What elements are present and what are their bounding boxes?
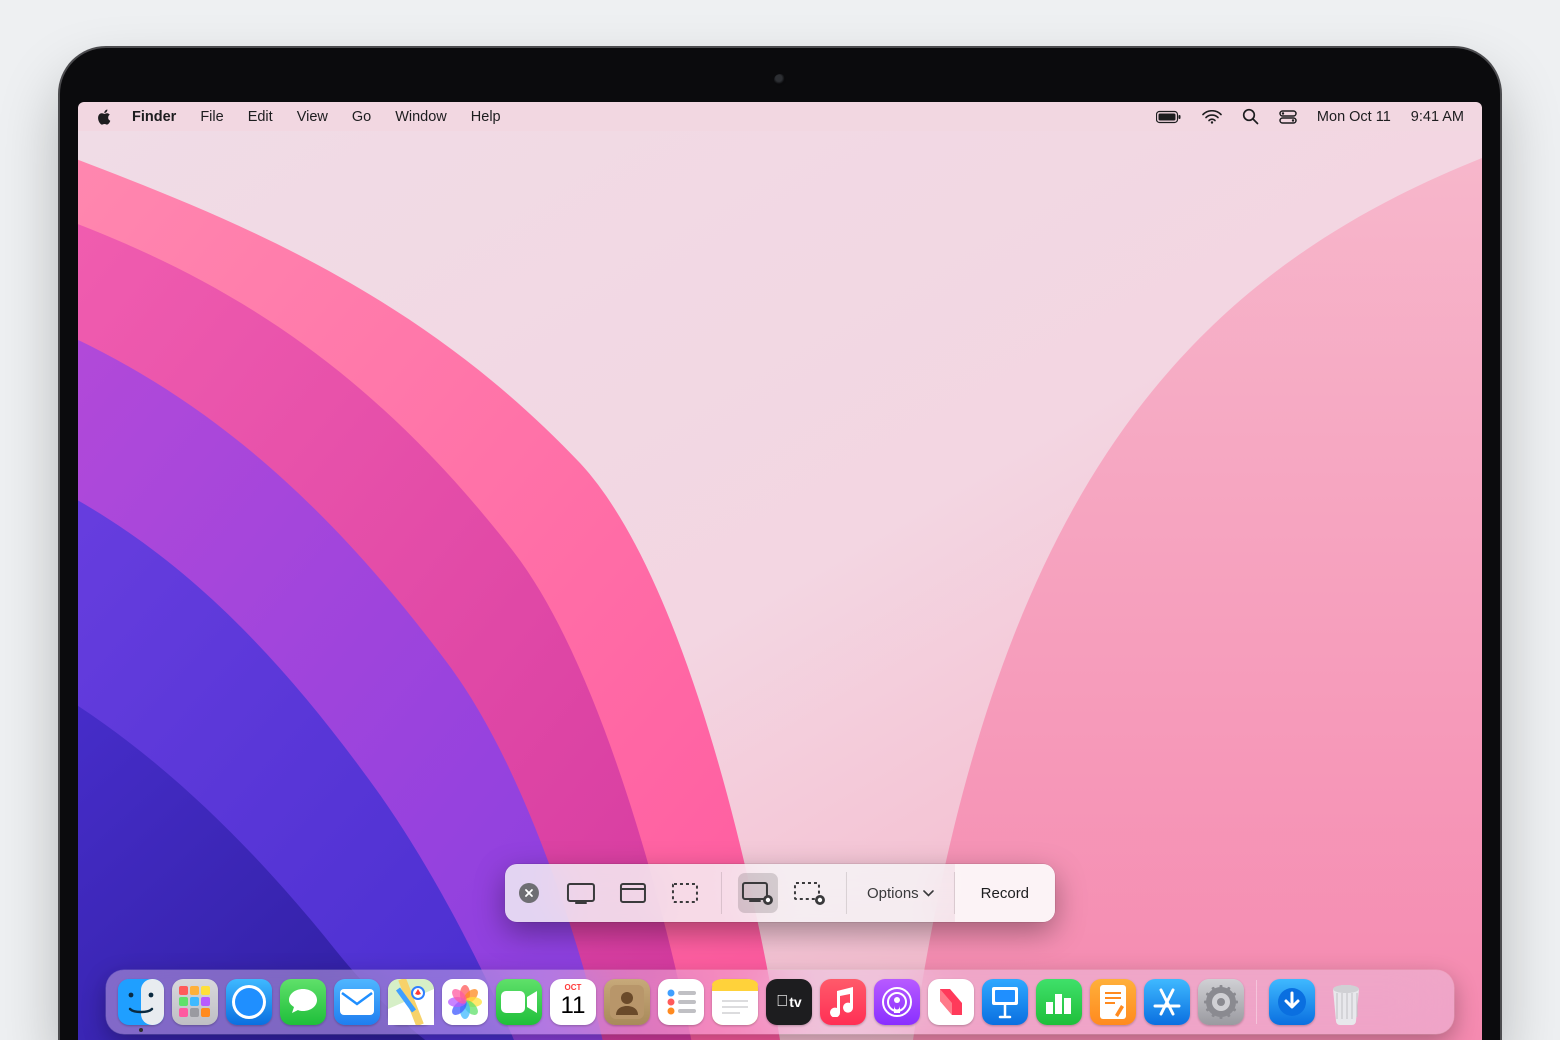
- wifi-icon[interactable]: [1202, 110, 1222, 124]
- menu-bar: Finder File Edit View Go Window Help: [78, 102, 1482, 131]
- screen: Finder File Edit View Go Window Help: [78, 102, 1482, 1040]
- desktop[interactable]: Options Record OCT11 tv: [78, 131, 1482, 1040]
- dock-separator: [1256, 980, 1257, 1024]
- dock-app-podcasts[interactable]: [874, 979, 920, 1025]
- dock-app-facetime[interactable]: [496, 979, 542, 1025]
- control-center-icon[interactable]: [1279, 110, 1297, 124]
- dock-app-tv[interactable]: tv: [766, 979, 812, 1025]
- record-group: [722, 864, 846, 922]
- dock-app-photos[interactable]: [442, 979, 488, 1025]
- dock-downloads[interactable]: [1269, 979, 1315, 1025]
- menu-view[interactable]: View: [285, 109, 340, 125]
- running-indicator: [139, 1028, 143, 1032]
- dock-app-messages[interactable]: [280, 979, 326, 1025]
- record-entire-screen-button[interactable]: [738, 873, 778, 913]
- menu-time[interactable]: 9:41 AM: [1411, 109, 1464, 125]
- menu-app-name[interactable]: Finder: [120, 109, 188, 125]
- record-label: Record: [981, 885, 1029, 902]
- camera-icon: [774, 74, 786, 86]
- dock-app-mail[interactable]: [334, 979, 380, 1025]
- dock-app-numbers[interactable]: [1036, 979, 1082, 1025]
- capture-group: [545, 864, 721, 922]
- dock-app-launchpad[interactable]: [172, 979, 218, 1025]
- dock-area: OCT11 tv: [78, 970, 1482, 1040]
- record-button[interactable]: Record: [955, 864, 1055, 922]
- dock-app-contacts[interactable]: [604, 979, 650, 1025]
- dock-app-keynote[interactable]: [982, 979, 1028, 1025]
- dock-trash[interactable]: [1323, 979, 1369, 1025]
- dock-app-calendar[interactable]: OCT11: [550, 979, 596, 1025]
- battery-icon[interactable]: [1156, 110, 1182, 124]
- menu-edit[interactable]: Edit: [236, 109, 285, 125]
- menu-go[interactable]: Go: [340, 109, 383, 125]
- menu-window[interactable]: Window: [383, 109, 459, 125]
- dock-app-appstore[interactable]: [1144, 979, 1190, 1025]
- dock-app-notes[interactable]: [712, 979, 758, 1025]
- dock-app-music[interactable]: [820, 979, 866, 1025]
- menu-file[interactable]: File: [188, 109, 235, 125]
- menu-help[interactable]: Help: [459, 109, 513, 125]
- record-selected-portion-button[interactable]: [790, 873, 830, 913]
- capture-selected-window-button[interactable]: [613, 873, 653, 913]
- screenshot-toolbar: Options Record: [505, 864, 1055, 922]
- apple-menu-icon[interactable]: [96, 108, 114, 126]
- dock-app-reminders[interactable]: [658, 979, 704, 1025]
- dock-app-safari[interactable]: [226, 979, 272, 1025]
- dock-app-news[interactable]: [928, 979, 974, 1025]
- options-button[interactable]: Options: [847, 864, 954, 922]
- menu-bar-right: Mon Oct 11 9:41 AM: [1156, 108, 1464, 125]
- dock-app-finder[interactable]: [118, 979, 164, 1025]
- laptop-stage: Finder File Edit View Go Window Help: [0, 0, 1560, 980]
- menu-bar-left: Finder File Edit View Go Window Help: [96, 108, 513, 126]
- capture-entire-screen-button[interactable]: [561, 873, 601, 913]
- menu-date[interactable]: Mon Oct 11: [1317, 109, 1391, 125]
- capture-selected-portion-button[interactable]: [665, 873, 705, 913]
- spotlight-icon[interactable]: [1242, 108, 1259, 125]
- dock-app-system-preferences[interactable]: [1198, 979, 1244, 1025]
- dock-app-maps[interactable]: [388, 979, 434, 1025]
- options-label: Options: [867, 885, 919, 902]
- laptop-bezel: Finder File Edit View Go Window Help: [60, 48, 1500, 1040]
- close-icon[interactable]: [519, 883, 539, 903]
- chevron-down-icon: [923, 890, 934, 897]
- dock-app-pages[interactable]: [1090, 979, 1136, 1025]
